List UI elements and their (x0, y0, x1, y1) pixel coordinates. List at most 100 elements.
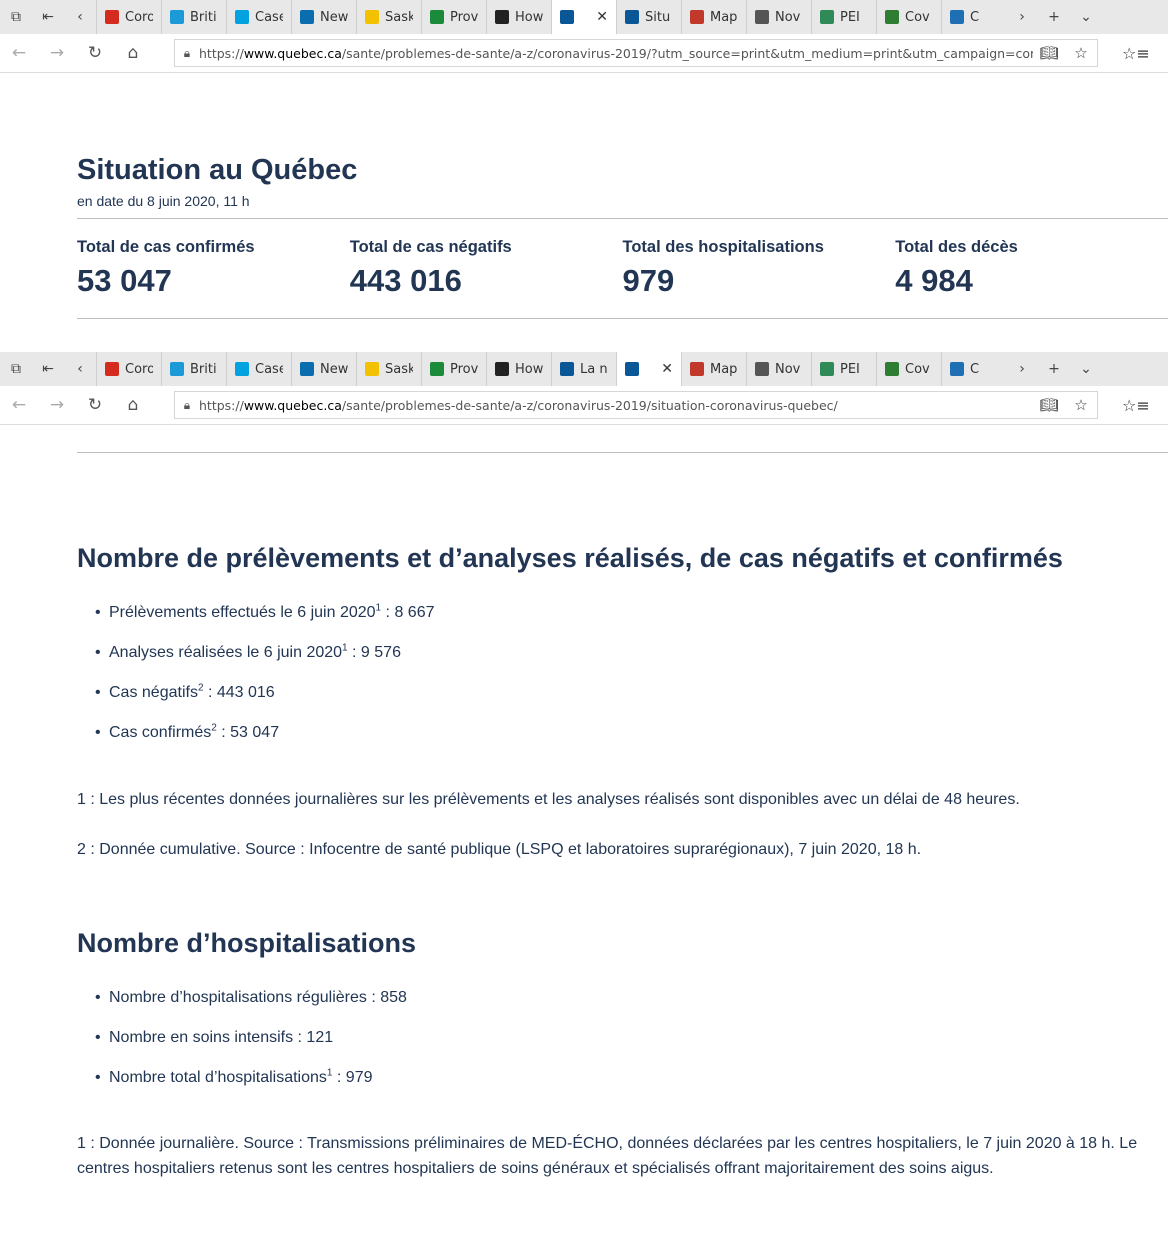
browser-tab[interactable]: Nov (746, 352, 811, 386)
browser-tab[interactable]: Prov (421, 352, 486, 386)
browser-tab[interactable]: Cov (876, 0, 941, 34)
browser-tab[interactable]: ✕ (551, 0, 616, 34)
browser-tab[interactable]: Briti (161, 352, 226, 386)
divider (77, 452, 1168, 453)
reading-view-icon[interactable]: 📖︎ (1033, 396, 1065, 414)
browser-tab[interactable]: Sask (356, 0, 421, 34)
forward-button[interactable]: → (38, 34, 76, 72)
favorite-star-icon[interactable]: ☆ (1065, 44, 1097, 62)
close-tab-icon[interactable]: ✕ (661, 361, 673, 377)
favorites-hub-icon[interactable]: ☆≡ (1122, 396, 1150, 415)
browser-tab[interactable]: Sask (356, 352, 421, 386)
browser-tab[interactable]: Case (226, 0, 291, 34)
browser-tab[interactable]: Map (681, 352, 746, 386)
browser-tab[interactable]: ✕ (616, 352, 681, 386)
set-aside-tabs-icon[interactable]: ⇤ (32, 0, 64, 34)
favorites-hub-icon[interactable]: ☆≡ (1122, 44, 1150, 63)
scroll-tabs-right-icon[interactable]: › (1006, 0, 1038, 34)
browser-tab[interactable]: How (486, 0, 551, 34)
footnote-line: 1 : Donnée journalière. Source : Transmi… (77, 1135, 1138, 1152)
browser-tab[interactable]: Coro (96, 0, 161, 34)
refresh-button[interactable]: ↻ (76, 34, 114, 72)
browser-tab[interactable]: Situ (616, 0, 681, 34)
tab-actions-icon[interactable]: ⧉ (0, 352, 32, 386)
sask-icon (365, 10, 379, 24)
scroll-tabs-left-icon[interactable]: ‹ (64, 352, 96, 386)
tab-actions-icon[interactable]: ⧉ (0, 0, 32, 34)
ontario-icon (690, 10, 704, 24)
url-field[interactable]: 🔒︎ https://www.quebec.ca/sante/problemes… (174, 39, 1098, 67)
tests-section: Nombre de prélèvements et d’analyses réa… (77, 543, 1168, 574)
address-bar-bottom: ← → ↻ ⌂ 🔒︎ https://www.quebec.ca/sante/p… (0, 386, 1168, 425)
browser-tab[interactable]: Cov (876, 352, 941, 386)
shield-icon (495, 362, 509, 376)
manitoba-icon (430, 10, 444, 24)
browser-tab[interactable]: How (486, 352, 551, 386)
item-label: Nombre total d’hospitalisations (109, 1069, 327, 1086)
bc-icon (170, 362, 184, 376)
browser-tab[interactable]: Prov (421, 0, 486, 34)
refresh-button[interactable]: ↻ (76, 386, 114, 424)
tab-label: New (320, 361, 348, 377)
browser-tab[interactable]: Map (681, 0, 746, 34)
scroll-tabs-left-icon[interactable]: ‹ (64, 0, 96, 34)
lock-icon: 🔒︎ (183, 45, 191, 60)
browser-tab[interactable]: Nov (746, 0, 811, 34)
tab-label: C (970, 9, 980, 25)
browser-tab[interactable]: PEI (811, 0, 876, 34)
alberta-icon (235, 10, 249, 24)
nl-icon (950, 10, 964, 24)
footnote: 1 : Donnée journalière. Source : Transmi… (77, 1131, 1168, 1181)
bc-icon (170, 10, 184, 24)
bullet-icon: • (95, 1029, 101, 1046)
section-heading: Nombre de prélèvements et d’analyses réa… (77, 543, 1063, 573)
shield-icon (495, 10, 509, 24)
browser-tab[interactable]: La n (551, 352, 616, 386)
forward-button[interactable]: → (38, 386, 76, 424)
new-tab-button[interactable]: + (1038, 352, 1070, 386)
tab-label: Case (255, 9, 283, 25)
home-button[interactable]: ⌂ (114, 386, 152, 424)
list-item-text: Nombre d’hospitalisations régulières : 8… (109, 989, 407, 1007)
browser-tab[interactable]: Case (226, 352, 291, 386)
url-field[interactable]: 🔒︎ https://www.quebec.ca/sante/problemes… (174, 391, 1098, 419)
list-item-text: Nombre en soins intensifs : 121 (109, 1029, 333, 1047)
item-label: Cas confirmés (109, 724, 212, 741)
close-tab-icon[interactable]: ✕ (596, 9, 608, 25)
quebec-fleur-icon (560, 10, 574, 24)
new-tab-button[interactable]: + (1038, 0, 1070, 34)
reading-view-icon[interactable]: 📖︎ (1033, 44, 1065, 62)
browser-tab[interactable]: Briti (161, 0, 226, 34)
browser-tab[interactable]: Coro (96, 352, 161, 386)
tab-label: Situ (645, 9, 671, 25)
tab-strip: Coro Briti Case New Sask Prov How ✕ Situ Map Nov PE… (96, 0, 1006, 34)
hosp-section: Nombre d’hospitalisations (77, 928, 1168, 959)
home-button[interactable]: ⌂ (114, 34, 152, 72)
back-button[interactable]: ← (0, 386, 38, 424)
nl-icon (950, 362, 964, 376)
quebec-fleur-icon (560, 362, 574, 376)
browser-tab[interactable]: New (291, 0, 356, 34)
browser-tab[interactable]: C (941, 0, 1006, 34)
tab-strip: Coro Briti Case New Sask Prov How La n ✕ Map Nov PE… (96, 352, 1006, 386)
pei-icon (820, 362, 834, 376)
tab-list-chevron-icon[interactable]: ⌄ (1070, 352, 1102, 386)
tab-list-chevron-icon[interactable]: ⌄ (1070, 0, 1102, 34)
favorite-star-icon[interactable]: ☆ (1065, 396, 1097, 414)
tab-label: Prov (450, 361, 478, 377)
stat-label: Total des hospitalisations (622, 238, 824, 256)
ns-icon (755, 10, 769, 24)
browser-tab[interactable]: PEI (811, 352, 876, 386)
stat-label: Total des décès (895, 238, 1018, 256)
back-button[interactable]: ← (0, 34, 38, 72)
tab-label: Briti (190, 361, 217, 377)
item-label: Analyses réalisées le 6 juin 2020 (109, 644, 343, 661)
browser-tab[interactable]: C (941, 352, 1006, 386)
browser-tab[interactable]: New (291, 352, 356, 386)
pei-icon (820, 10, 834, 24)
list-item: • Nombre total d’hospitalisations1 : 979 (77, 1068, 1168, 1109)
item-label: Nombre en soins intensifs : 121 (109, 1029, 334, 1046)
maple-leaf-icon (105, 362, 119, 376)
scroll-tabs-right-icon[interactable]: › (1006, 352, 1038, 386)
set-aside-tabs-icon[interactable]: ⇤ (32, 352, 64, 386)
